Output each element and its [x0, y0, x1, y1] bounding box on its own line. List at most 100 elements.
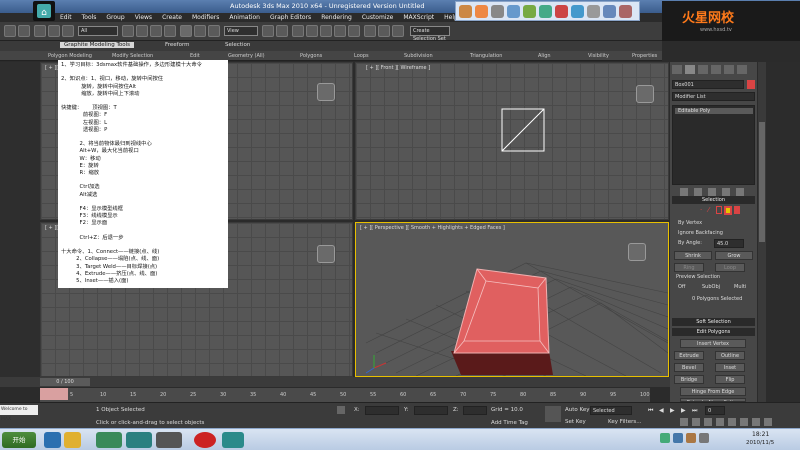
select-object-icon[interactable] [122, 25, 134, 37]
menu-item-create[interactable]: Create [162, 13, 182, 22]
angle-snap-icon[interactable] [320, 25, 332, 37]
percent-snap-icon[interactable] [334, 25, 346, 37]
utilities-tab-icon[interactable] [737, 65, 747, 74]
media-taskbar-icon[interactable] [96, 432, 122, 448]
configure-sets-icon[interactable] [736, 188, 744, 196]
recorder-taskbar-icon[interactable] [194, 432, 216, 448]
window-crossing-icon[interactable] [164, 25, 176, 37]
tab-freeform[interactable]: Freeform [165, 42, 190, 48]
field-of-view-icon[interactable] [728, 418, 736, 426]
manipulate-icon[interactable] [276, 25, 288, 37]
start-button[interactable]: 开始 [2, 432, 36, 448]
stack-item-editable-poly[interactable]: Editable Poly [675, 108, 753, 114]
pivot-center-icon[interactable] [262, 25, 274, 37]
zoom-extents-icon[interactable] [704, 418, 712, 426]
preview-off-radio[interactable]: Off [678, 284, 685, 290]
tray-input-icon[interactable] [686, 433, 696, 443]
hinge-from-edge-button[interactable]: Hinge From Edge [680, 387, 746, 396]
by-angle-checkbox[interactable]: By Angle: [678, 240, 702, 246]
y-coordinate-field[interactable] [414, 406, 448, 415]
object-color-swatch[interactable] [747, 80, 755, 89]
tab-graphite-modeling-tools[interactable]: Graphite Modeling Tools [60, 42, 135, 48]
x-coordinate-field[interactable] [365, 406, 399, 415]
extrude-button[interactable]: Extrude [674, 351, 704, 360]
edge-level-icon[interactable]: ⁄ [708, 206, 714, 214]
key-mode-dropdown[interactable]: Selected [590, 406, 632, 415]
zoom-icon[interactable] [680, 418, 688, 426]
ring-button[interactable]: Ring [674, 263, 704, 272]
select-and-rotate-icon[interactable] [194, 25, 206, 37]
3dsmax-taskbar-icon[interactable] [126, 432, 152, 448]
record-icon[interactable] [475, 5, 488, 18]
menu-item-views[interactable]: Views [135, 13, 152, 22]
browser-taskbar-icon[interactable] [44, 432, 61, 448]
select-by-name-icon[interactable] [136, 25, 148, 37]
grow-button[interactable]: Grow [715, 251, 753, 260]
next-frame-icon[interactable]: ▶ [681, 406, 690, 415]
make-unique-icon[interactable] [708, 188, 716, 196]
set-key-button[interactable]: Set Key [565, 419, 586, 425]
viewport-front[interactable]: [ + ][ Front ][ Wireframe ] [355, 62, 669, 220]
group-subdivision[interactable]: Subdivision [404, 53, 433, 59]
edit-polygons-rollout-header[interactable]: Edit Polygons [672, 328, 755, 336]
time-slider[interactable]: 0 / 100 [0, 377, 670, 387]
bevel-button[interactable]: Bevel [674, 363, 704, 372]
group-loops[interactable]: Loops [354, 53, 369, 59]
pan-icon[interactable] [740, 418, 748, 426]
settings-icon[interactable] [587, 5, 600, 18]
motion-tab-icon[interactable] [711, 65, 721, 74]
unlink-icon[interactable] [48, 25, 60, 37]
menu-item-modifiers[interactable]: Modifiers [192, 13, 219, 22]
inset-button[interactable]: Inset [715, 363, 745, 372]
tab-selection[interactable]: Selection [225, 42, 250, 48]
selection-rollout-header[interactable]: Selection [672, 196, 755, 204]
spinner-snap-icon[interactable] [348, 25, 360, 37]
current-frame-field[interactable]: 0 [705, 406, 725, 415]
create-tab-icon[interactable] [672, 65, 682, 74]
key-filters-button[interactable]: Key Filters... [608, 419, 641, 425]
pen-icon[interactable] [507, 5, 520, 18]
modifier-list-dropdown[interactable]: Modifier List [672, 92, 755, 101]
preview-subobj-radio[interactable]: SubObj [702, 284, 720, 290]
track-bar[interactable]: 0510152025303540455055606570758085909510… [40, 388, 650, 402]
group-properties[interactable]: Properties [632, 53, 657, 59]
help-icon[interactable] [603, 5, 616, 18]
group-visibility[interactable]: Visibility [588, 53, 609, 59]
box-top-face[interactable] [453, 268, 550, 354]
play-icon[interactable]: ▶ [670, 406, 679, 415]
capture-taskbar-icon[interactable] [222, 432, 244, 448]
preview-multi-radio[interactable]: Multi [734, 284, 746, 290]
close-capture-icon[interactable] [619, 5, 632, 18]
insert-vertex-button[interactable]: Insert Vertex [680, 339, 746, 348]
mirror-icon[interactable] [378, 25, 390, 37]
menu-item-customize[interactable]: Customize [362, 13, 394, 22]
menu-item-animation[interactable]: Animation [229, 13, 260, 22]
viewcube-left-icon[interactable] [317, 245, 335, 263]
orbit-icon[interactable] [752, 418, 760, 426]
hierarchy-tab-icon[interactable] [698, 65, 708, 74]
stop-icon[interactable] [555, 5, 568, 18]
app-logo-icon[interactable]: ⌂ [33, 1, 55, 21]
bridge-button[interactable]: Bridge [674, 375, 704, 384]
object-name-field[interactable]: Box001 [672, 80, 744, 89]
add-time-tag[interactable]: Add Time Tag [491, 420, 528, 426]
loop-button[interactable]: Loop [715, 263, 745, 272]
app-taskbar-icon[interactable] [156, 432, 182, 448]
zoom-extents-all-icon[interactable] [716, 418, 724, 426]
rectangular-selection-icon[interactable] [150, 25, 162, 37]
menu-item-rendering[interactable]: Rendering [321, 13, 352, 22]
tray-volume-icon[interactable] [699, 433, 709, 443]
viewport-perspective-label[interactable]: [ + ][ Perspective ][ Smooth + Highlight… [360, 225, 505, 231]
scrollbar-thumb[interactable] [759, 122, 765, 242]
align-icon[interactable] [392, 25, 404, 37]
maximize-viewport-icon[interactable] [764, 418, 772, 426]
zoom-all-icon[interactable] [692, 418, 700, 426]
go-to-start-icon[interactable]: ⏮ [648, 406, 657, 415]
selection-filter-dropdown[interactable]: All [78, 26, 118, 36]
select-and-move-icon[interactable] [180, 25, 192, 37]
group-edit[interactable]: Edit [190, 53, 200, 59]
modify-tab-icon[interactable] [685, 65, 695, 74]
menu-item-tools[interactable]: Tools [82, 13, 97, 22]
pin-stack-icon[interactable] [680, 188, 688, 196]
show-end-result-icon[interactable] [694, 188, 702, 196]
